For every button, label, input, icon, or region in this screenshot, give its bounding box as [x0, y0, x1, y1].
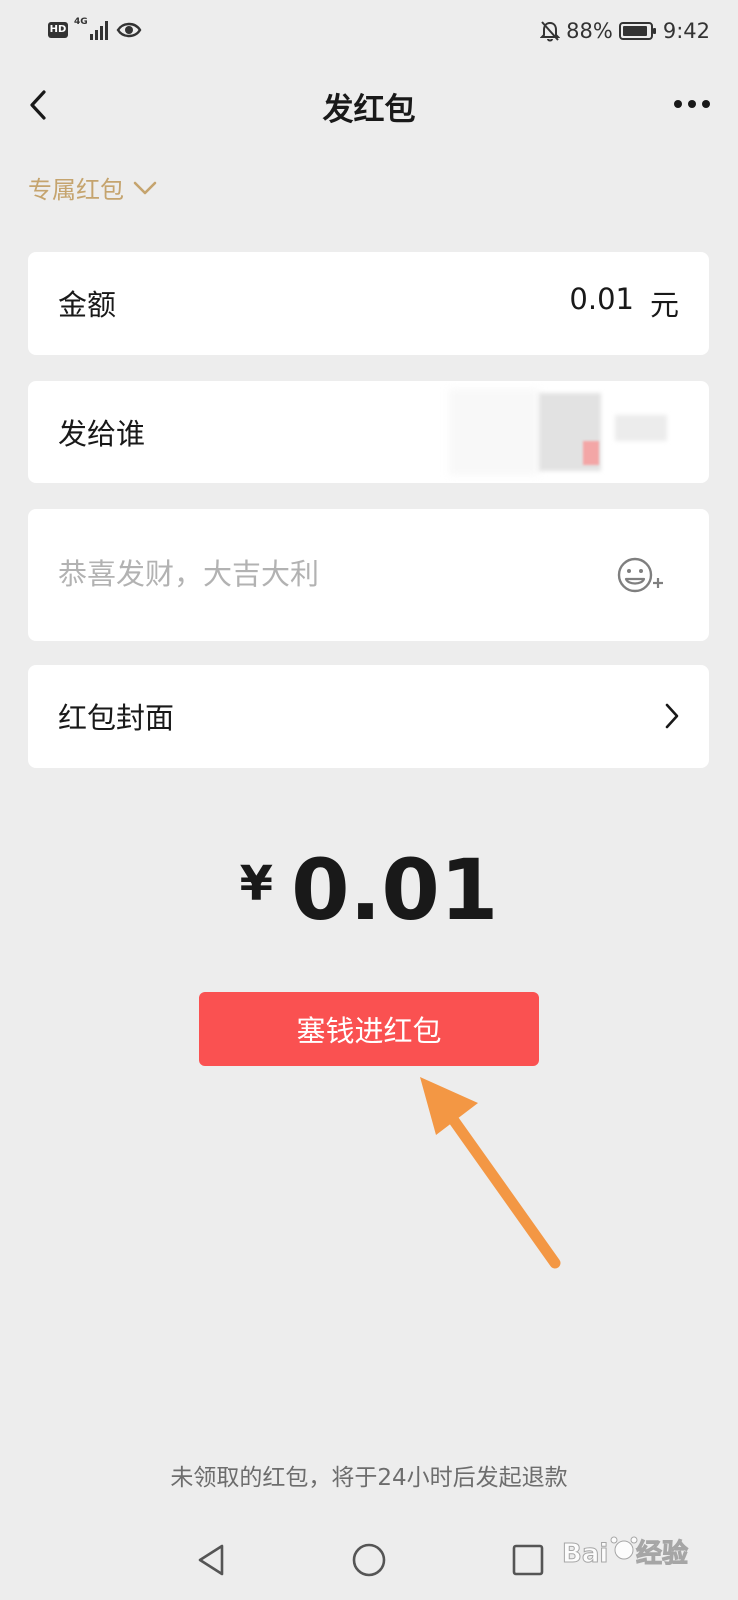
status-right-group: 88% 9:42: [540, 16, 710, 46]
chevron-down-icon: [133, 181, 157, 194]
amount-unit: 元: [649, 288, 679, 322]
total-amount: 0.01: [291, 841, 499, 939]
battery-percent: 88%: [566, 19, 613, 43]
svg-text:经验: 经验: [636, 1538, 688, 1569]
amount-value: 0.01: [569, 282, 634, 316]
baidu-watermark-logo: Bai 经验: [562, 1536, 689, 1570]
amount-label: 金额: [58, 288, 117, 322]
send-red-packet-screen: HD 4G 88% 9:42 发红包 专属红包 金额 0.01 元 发给谁 恭喜…: [0, 0, 738, 1600]
battery-icon: [618, 22, 656, 40]
mute-bell-icon: [540, 21, 561, 42]
total-amount-display: ¥ 0.01: [0, 848, 738, 932]
circle-home-icon[interactable]: [349, 1540, 389, 1580]
packet-type-label: 专属红包: [28, 176, 124, 204]
greeting-input[interactable]: [58, 557, 578, 591]
chevron-right-icon: [665, 703, 679, 729]
triangle-back-icon[interactable]: [192, 1540, 232, 1580]
annotation-arrow-icon: [420, 1077, 561, 1269]
cover-row[interactable]: 红包封面: [28, 665, 709, 768]
status-bar: HD 4G 88% 9:42: [0, 0, 738, 62]
recipient-row[interactable]: 发给谁: [28, 381, 709, 483]
square-recents-icon[interactable]: [508, 1540, 548, 1580]
message-row: [28, 509, 709, 641]
recipient-label: 发给谁: [58, 417, 146, 451]
clock-time: 9:42: [662, 19, 710, 43]
eye-icon: [116, 22, 142, 38]
recipient-avatar-blurred: [449, 381, 709, 483]
put-money-button[interactable]: 塞钱进红包: [199, 992, 539, 1066]
emoji-add-icon[interactable]: [615, 553, 665, 597]
amount-value-group[interactable]: 0.01 元: [569, 282, 679, 324]
more-dots-icon[interactable]: [668, 86, 716, 122]
packet-type-selector[interactable]: 专属红包: [28, 170, 158, 205]
svg-text:Bai: Bai: [562, 1539, 608, 1569]
hd-icon: HD: [48, 22, 68, 38]
cover-label: 红包封面: [58, 701, 175, 735]
refund-note: 未领取的红包，将于24小时后发起退款: [170, 1465, 568, 1491]
page-title: 发红包: [322, 92, 416, 128]
navigation-bar: 发红包: [0, 62, 738, 150]
signal-icon: [90, 21, 108, 40]
currency-symbol: ¥: [239, 856, 274, 912]
amount-row[interactable]: 金额 0.01 元: [28, 252, 709, 355]
